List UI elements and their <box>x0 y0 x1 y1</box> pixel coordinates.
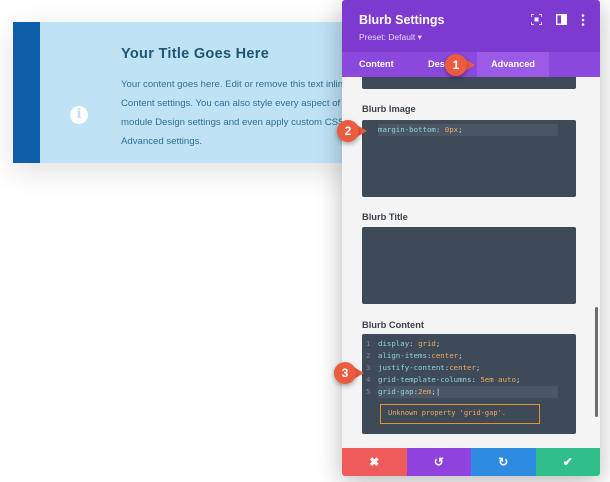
blurb-module-preview[interactable]: i Your Title Goes Here Your content goes… <box>13 22 358 163</box>
panel-footer: ✖ ↺ ↻ ✔ <box>342 448 600 476</box>
line-number: 1 <box>366 339 371 348</box>
info-circle-icon: i <box>70 106 88 124</box>
close-icon: ✖ <box>369 455 380 469</box>
blurb-body-line: Advanced settings. <box>121 136 203 147</box>
code-editor-stub <box>362 77 576 89</box>
blurb-content-css-editor[interactable]: 1 display: grid; 2 align-items:center; 3 ju… <box>362 334 576 434</box>
css-property: align-items <box>378 351 427 360</box>
save-button[interactable]: ✔ <box>535 448 600 476</box>
redo-icon: ↻ <box>498 455 509 469</box>
blurb-accent-bar <box>13 22 40 163</box>
line-number: 2 <box>366 351 371 360</box>
css-value: center <box>431 351 459 360</box>
code-line: 1 display: grid; <box>366 339 441 348</box>
builder-canvas: i Your Title Goes Here Your content goes… <box>0 0 610 482</box>
redo-button[interactable]: ↻ <box>471 448 536 476</box>
section-label-blurb-title: Blurb Title <box>362 212 408 222</box>
fullscreen-icon[interactable] <box>529 13 543 28</box>
panel-header[interactable]: Blurb Settings Preset: Default ▾ <box>342 0 600 52</box>
step-marker-2: 2 <box>337 120 371 142</box>
undo-button[interactable]: ↺ <box>406 448 471 476</box>
code-line: 5 grid-gap:2em;| <box>366 387 441 396</box>
blurb-title: Your Title Goes Here <box>121 46 270 62</box>
blurb-body-line: Your content goes here. Edit or remove t… <box>121 79 344 90</box>
section-label-blurb-content: Blurb Content <box>362 320 424 330</box>
blurb-body-text: Your content goes here. Edit or remove t… <box>121 75 358 151</box>
panel-scrollbar[interactable] <box>595 307 598 417</box>
cancel-button[interactable]: ✖ <box>342 448 407 476</box>
more-options-icon[interactable] <box>576 14 590 28</box>
css-property: grid-template-columns <box>378 375 472 384</box>
tab-design[interactable]: Des <box>428 52 445 77</box>
tab-content[interactable]: Content <box>359 52 394 77</box>
css-property: display <box>378 339 410 348</box>
css-value: center <box>449 363 476 372</box>
sidebar-toggle-icon[interactable] <box>554 13 568 28</box>
blurb-body-line: Content settings. You can also style eve… <box>121 98 351 109</box>
panel-body: Blurb Image margin-bottom: 0px; Blurb Ti… <box>342 77 600 448</box>
css-property: grid-gap <box>378 387 414 396</box>
css-value: 0px <box>444 125 459 134</box>
css-value: 2em <box>418 387 432 396</box>
blurb-image-css-editor[interactable]: margin-bottom: 0px; <box>362 120 576 197</box>
css-property: margin-bottom <box>378 125 436 134</box>
panel-title: Blurb Settings <box>359 13 445 27</box>
step-marker-1: 1 <box>445 54 479 76</box>
code-line: margin-bottom: 0px; <box>378 125 463 134</box>
css-value: grid <box>418 339 436 348</box>
tab-advanced[interactable]: Advanced <box>477 52 549 77</box>
marker-number: 2 <box>337 120 359 142</box>
checkmark-icon: ✔ <box>562 455 573 469</box>
code-line: 4 grid-template-columns: 5em auto; <box>366 375 521 384</box>
css-property: justify-content <box>378 363 445 372</box>
css-value: 5em auto <box>480 375 516 384</box>
undo-icon: ↺ <box>433 455 444 469</box>
preset-dropdown[interactable]: Preset: Default ▾ <box>359 32 422 43</box>
marker-number: 3 <box>334 362 356 384</box>
step-marker-3: 3 <box>334 362 368 384</box>
blurb-title-css-editor[interactable] <box>362 227 576 304</box>
lint-error-tooltip: Unknown property 'grid-gap'. <box>380 404 540 424</box>
code-line: 3 justify-content:center; <box>366 363 481 372</box>
code-line: 2 align-items:center; <box>366 351 463 360</box>
marker-number: 1 <box>445 54 467 76</box>
section-label-blurb-image: Blurb Image <box>362 104 416 114</box>
blurb-body-line: module Design settings and even apply cu… <box>121 117 350 128</box>
line-number: 5 <box>366 387 371 396</box>
